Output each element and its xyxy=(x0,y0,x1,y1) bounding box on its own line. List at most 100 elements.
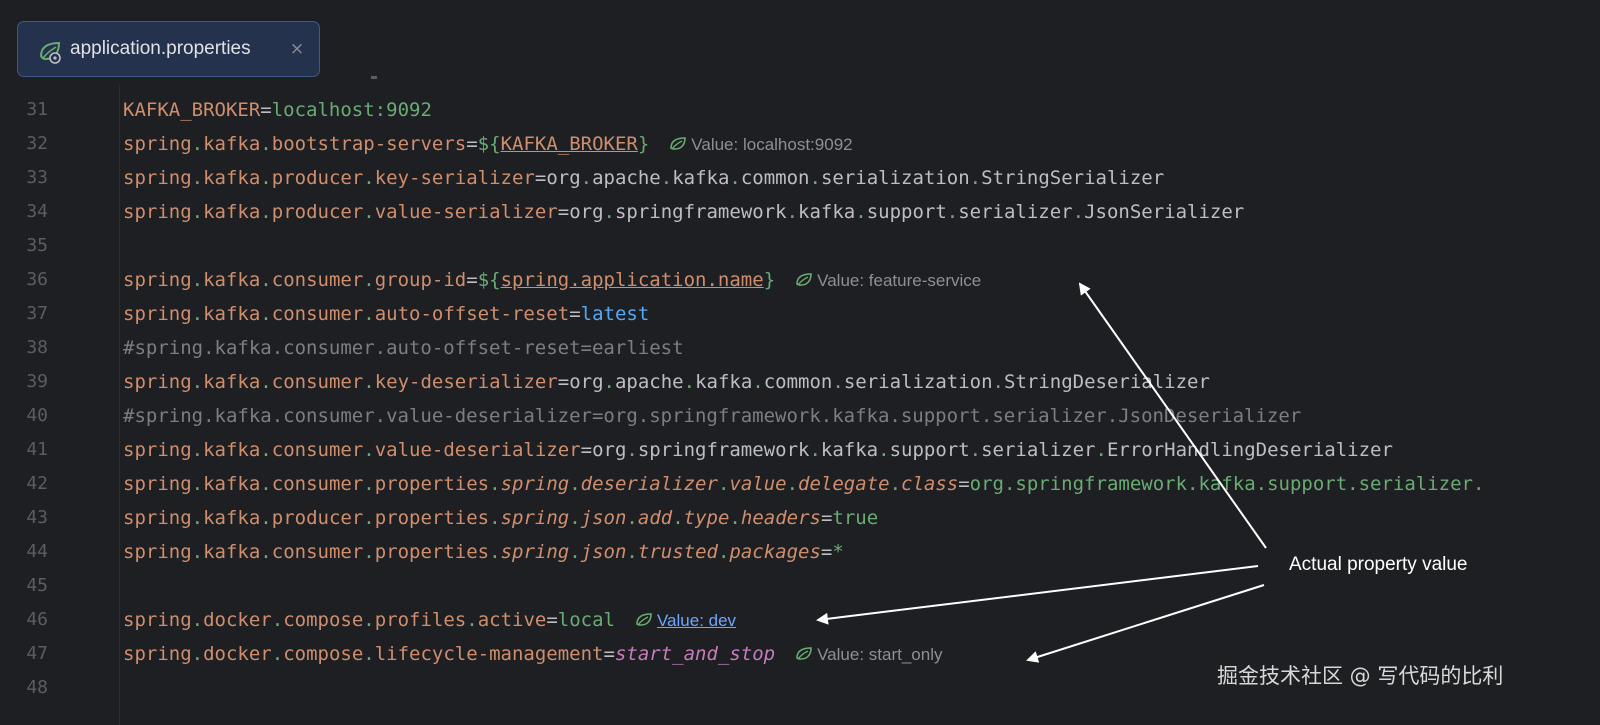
code-token: value-serializer xyxy=(374,201,558,223)
code-token: active xyxy=(477,609,547,631)
code-token: . xyxy=(809,167,821,189)
code-token: properties xyxy=(374,507,490,529)
code-token: . xyxy=(809,439,821,461)
code-token: . xyxy=(580,167,593,189)
code-line[interactable]: 34 spring.kafka.producer.value-serializer… xyxy=(0,195,1600,229)
code-token: headers xyxy=(740,507,821,529)
code-token: JsonSerializer xyxy=(1084,201,1245,223)
code-line[interactable]: 31 KAFKA_BROKER=localhost:9092 xyxy=(0,93,1600,127)
line-number: 48 xyxy=(26,677,48,698)
tab-filename: application.properties xyxy=(70,38,251,59)
code-token: kafka xyxy=(203,167,261,189)
code-token: group-id xyxy=(374,269,467,291)
code-token: serialization xyxy=(843,371,993,393)
code-token: spring xyxy=(123,439,192,461)
code-token: StringSerializer xyxy=(981,167,1165,189)
code-token: serialization xyxy=(820,167,970,189)
code-token: . xyxy=(191,201,204,223)
inlay-hint-text: Value: localhost:9092 xyxy=(691,135,853,154)
code-line[interactable]: 37 spring.kafka.consumer.auto-offset-rese… xyxy=(0,297,1600,331)
code-token: . xyxy=(969,439,982,461)
code-token: profiles xyxy=(374,609,467,631)
code-line[interactable]: 38 #spring.kafka.consumer.auto-offset-res… xyxy=(0,331,1600,365)
code-token: kafka xyxy=(820,439,879,461)
code-token: . xyxy=(260,439,272,461)
code-token: = xyxy=(580,439,593,461)
code-token: consumer xyxy=(271,303,364,325)
code-token: spring xyxy=(123,507,192,529)
code-token: kafka xyxy=(203,269,261,291)
code-token: . xyxy=(603,371,615,393)
code-token: . xyxy=(889,473,902,495)
code-token: consumer xyxy=(271,473,364,495)
code-line[interactable]: 41 spring.kafka.consumer.value-deserializ… xyxy=(0,433,1600,467)
spring-leaf-icon xyxy=(636,613,652,626)
code-token: producer xyxy=(271,507,364,529)
code-text: spring.kafka.bootstrap-servers=${KAFKA_B… xyxy=(123,127,853,161)
code-token: = xyxy=(260,99,272,121)
code-token: . xyxy=(946,201,959,223)
code-text: #spring.kafka.consumer.auto-offset-reset… xyxy=(123,331,684,365)
code-token: = xyxy=(557,201,570,223)
code-line[interactable]: 39 spring.kafka.consumer.key-deserializer… xyxy=(0,365,1600,399)
code-token: kafka xyxy=(203,303,261,325)
line-number: 40 xyxy=(26,405,48,426)
code-token: . xyxy=(271,609,284,631)
code-text: spring.kafka.consumer.properties.spring.… xyxy=(123,467,1484,501)
code-token: localhost:9092 xyxy=(271,99,432,121)
code-token: . xyxy=(363,507,375,529)
code-line[interactable]: 43 spring.kafka.producer.properties.sprin… xyxy=(0,501,1600,535)
code-token: . xyxy=(260,167,272,189)
code-token: . xyxy=(832,371,844,393)
code-editor[interactable]: 31 KAFKA_BROKER=localhost:9092 32 spring.ka… xyxy=(0,85,1600,725)
watermark: 掘金技术社区 @ 写代码的比利 xyxy=(1217,664,1504,688)
code-text: spring.kafka.consumer.group-id=${spring.… xyxy=(123,263,981,297)
line-number: 41 xyxy=(26,439,48,460)
code-token: consumer xyxy=(271,541,364,563)
code-token: . xyxy=(626,541,638,563)
code-token: spring.application.name xyxy=(500,269,764,291)
code-token: . xyxy=(466,609,478,631)
code-token: . xyxy=(191,609,204,631)
spring-leaf-icon xyxy=(796,647,812,660)
code-token: = xyxy=(557,371,570,393)
code-token: . xyxy=(260,133,272,155)
code-line[interactable]: 36 spring.kafka.consumer.group-id=${sprin… xyxy=(0,263,1600,297)
code-line[interactable]: 46 spring.docker.compose.profiles.active=… xyxy=(0,603,1600,637)
code-text: spring.docker.compose.lifecycle-manageme… xyxy=(123,637,942,671)
code-token: . xyxy=(260,541,272,563)
code-token: spring xyxy=(123,371,192,393)
code-token: trusted xyxy=(637,541,718,563)
code-text: spring.kafka.consumer.key-deserializer=o… xyxy=(123,365,1210,399)
code-token: . xyxy=(569,507,581,529)
inlay-value-hint: Value: start_only xyxy=(795,645,942,664)
code-token: serializer xyxy=(981,439,1096,461)
code-token: add xyxy=(637,507,673,529)
code-line[interactable]: 40 #spring.kafka.consumer.value-deseriali… xyxy=(0,399,1600,433)
code-token: #spring.kafka.consumer.auto-offset-reset… xyxy=(123,337,684,359)
inlay-value-hint[interactable]: Value: dev xyxy=(635,611,736,630)
code-token: . xyxy=(271,643,284,665)
line-number: 33 xyxy=(26,167,48,188)
code-line[interactable]: 33 spring.kafka.producer.key-serializer=o… xyxy=(0,161,1600,195)
code-token: kafka xyxy=(203,371,261,393)
code-token: true xyxy=(832,507,879,529)
code-line[interactable]: 32 spring.kafka.bootstrap-servers=${KAFKA… xyxy=(0,127,1600,161)
code-token: . xyxy=(260,201,272,223)
code-line[interactable]: 35 xyxy=(0,229,1600,263)
code-token: compose xyxy=(283,643,364,665)
line-number: 44 xyxy=(26,541,48,562)
code-token: . xyxy=(363,303,375,325)
code-token: start_and_stop xyxy=(614,643,776,665)
code-text: spring.kafka.consumer.value-deserializer… xyxy=(123,433,1393,467)
spring-leaf-icon xyxy=(39,41,61,64)
code-line[interactable]: 42 spring.kafka.consumer.properties.sprin… xyxy=(0,467,1600,501)
tab-close-icon[interactable]: × xyxy=(288,36,306,62)
code-token: kafka xyxy=(203,133,261,155)
code-text: spring.kafka.producer.key-serializer=org… xyxy=(123,161,1164,195)
code-token: org xyxy=(592,439,627,461)
code-token: . xyxy=(489,541,501,563)
code-token: kafka xyxy=(203,507,261,529)
code-token: = xyxy=(534,167,547,189)
code-token: properties xyxy=(374,473,490,495)
